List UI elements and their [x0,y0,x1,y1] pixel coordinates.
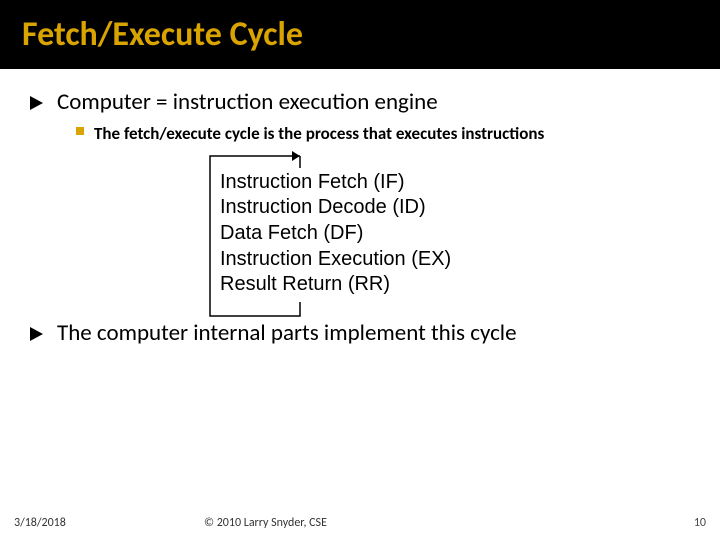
bullet-arrow-icon [30,327,43,341]
slide-footer: 3/18/2018 © 2010 Larry Snyder, CSE 10 [0,516,720,530]
footer-date: 3/18/2018 [14,516,104,530]
slide-title: Fetch/Execute Cycle [22,14,720,55]
bullet-arrow-icon [30,96,43,110]
bullet-2-text: The computer internal parts implement th… [57,320,517,348]
cycle-step-ex: Instruction Execution (EX) [220,247,530,273]
slide-content: Computer = instruction execution engine … [0,69,720,347]
footer-copyright: © 2010 Larry Snyder, CSE [104,516,666,530]
cycle-diagram: Instruction Fetch (IF) Instruction Decod… [220,170,530,298]
bullet-1-text: Computer = instruction execution engine [57,89,438,117]
cycle-step-df: Data Fetch (DF) [220,221,530,247]
footer-page-number: 10 [666,516,706,530]
sub-bullet-1-text: The fetch/execute cycle is the process t… [94,123,544,144]
title-bar: Fetch/Execute Cycle [0,0,720,69]
sub-bullet-square-icon [76,127,84,135]
cycle-step-id: Instruction Decode (ID) [220,195,530,221]
bullet-1: Computer = instruction execution engine [30,89,690,117]
cycle-step-rr: Result Return (RR) [220,272,530,298]
bullet-2: The computer internal parts implement th… [30,320,690,348]
sub-bullet-1: The fetch/execute cycle is the process t… [76,123,690,144]
cycle-step-if: Instruction Fetch (IF) [220,170,530,196]
